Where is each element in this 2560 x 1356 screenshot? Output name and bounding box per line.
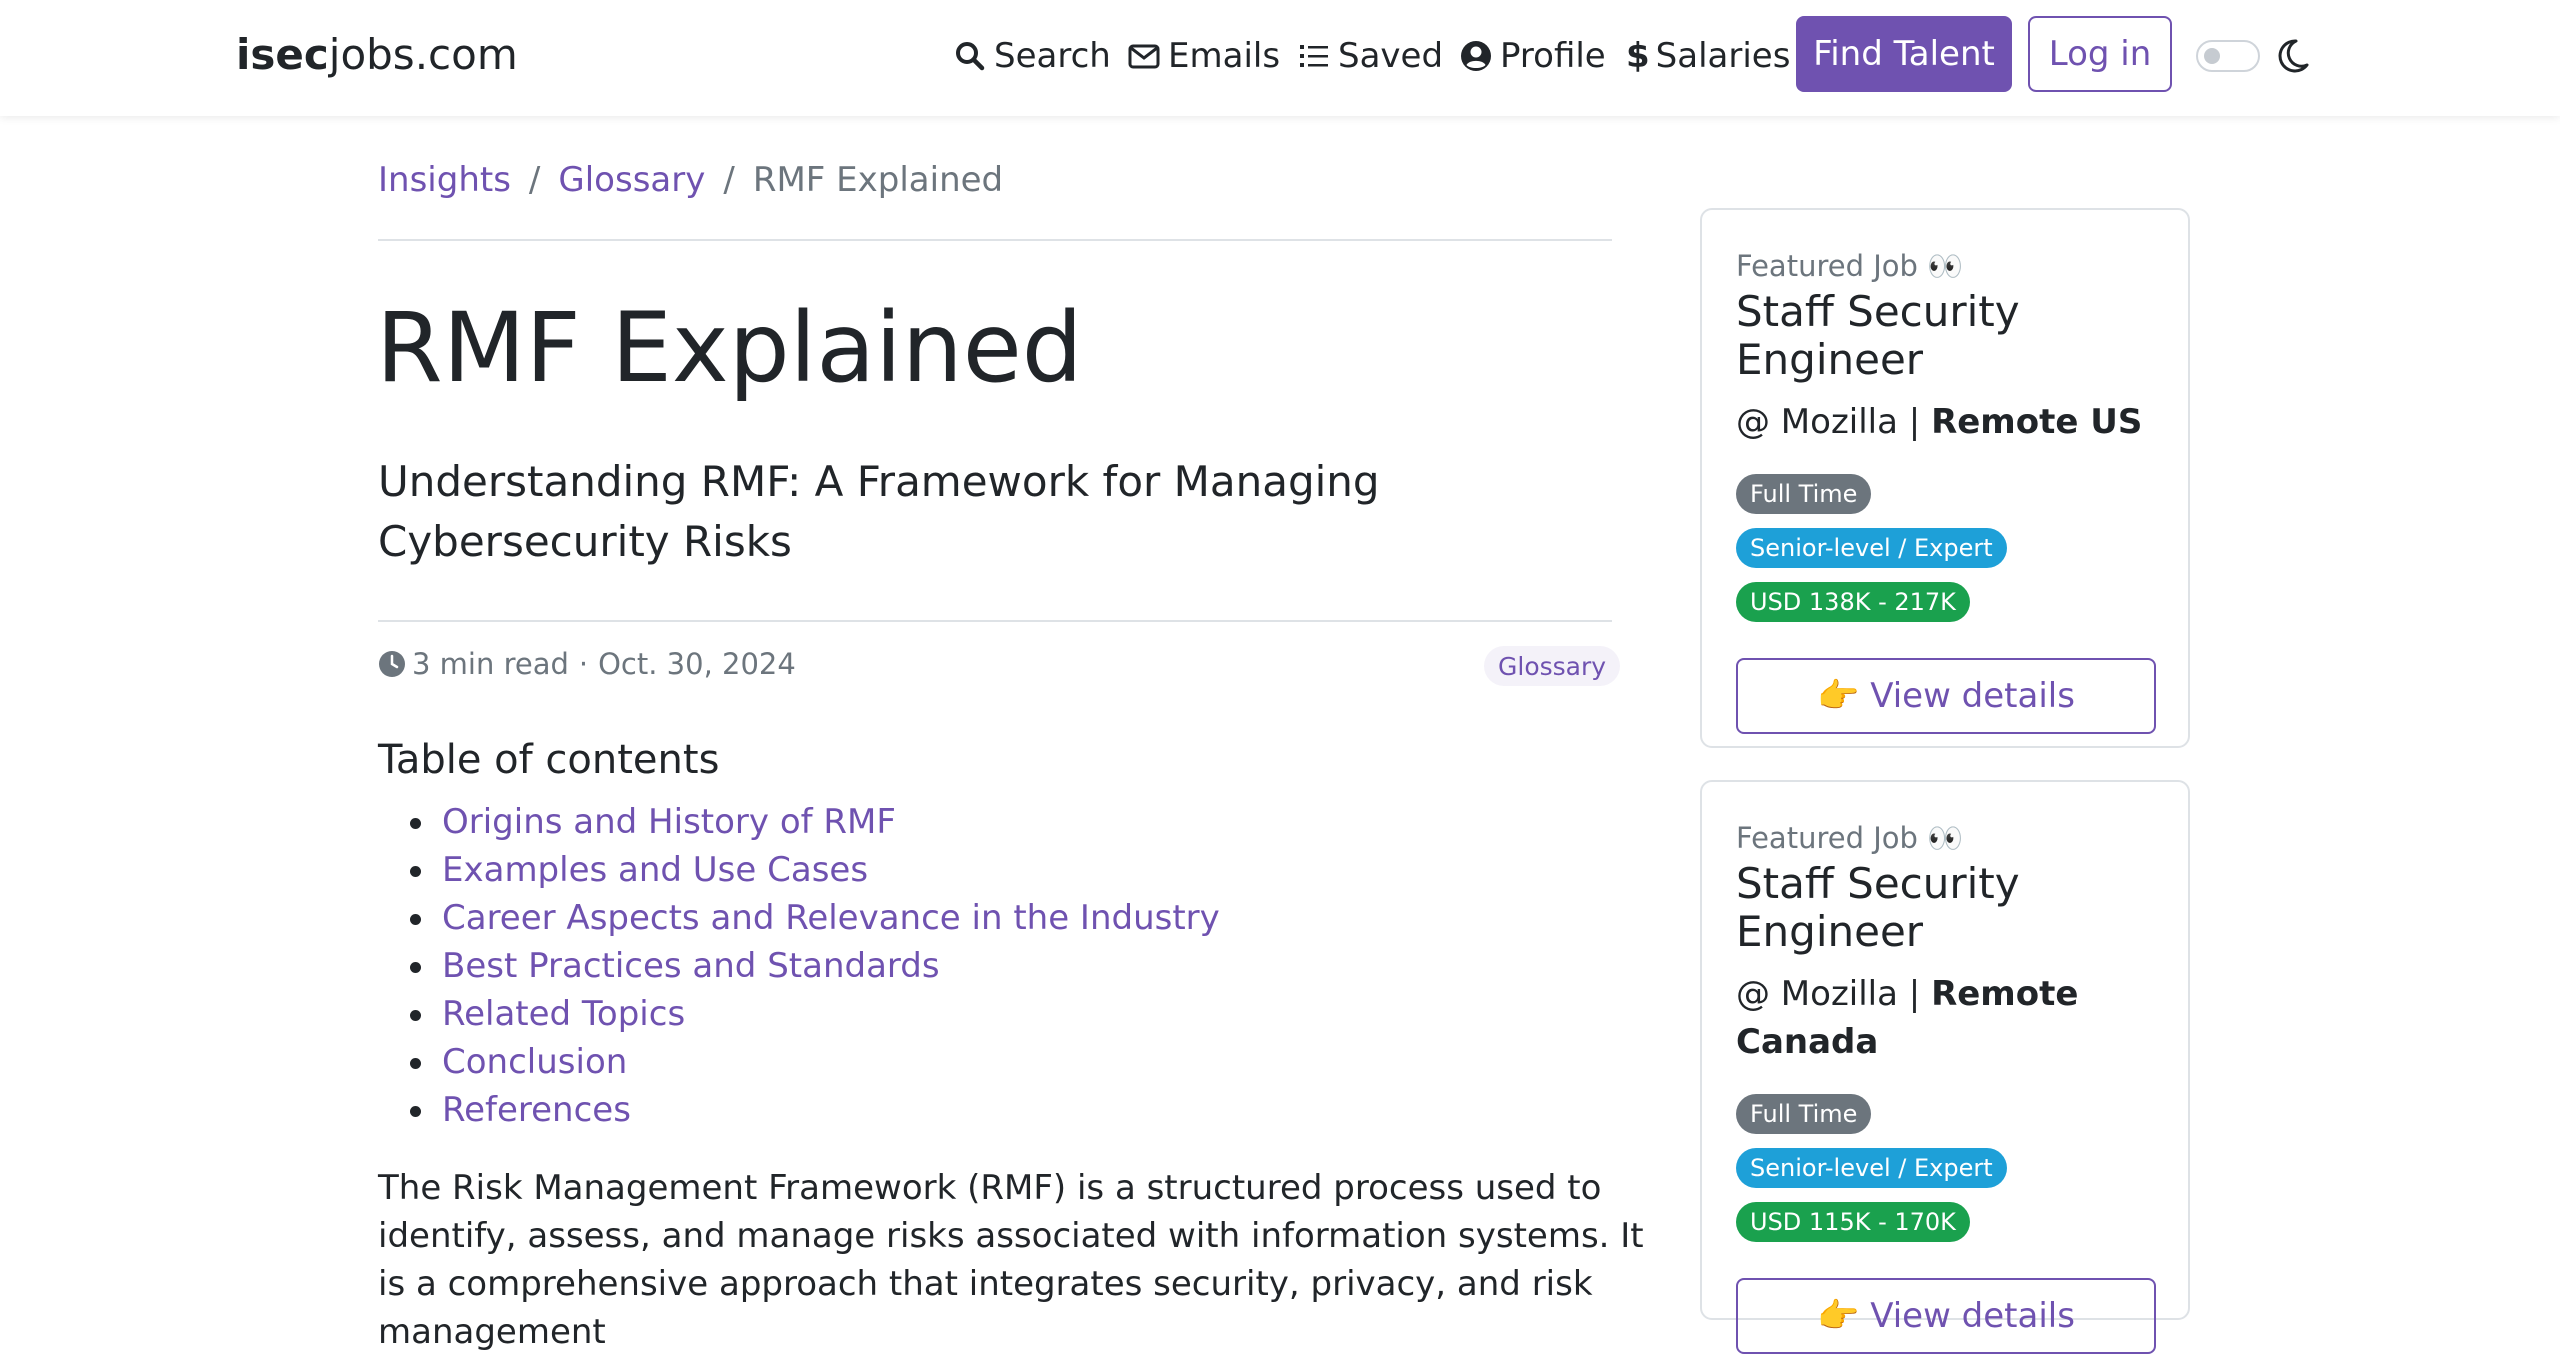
job-company: @ Mozilla | Remote US xyxy=(1736,398,2156,446)
pipe-separator: | xyxy=(1908,402,1921,442)
view-details-button[interactable]: 👉 View details xyxy=(1736,1278,2156,1354)
bullet xyxy=(410,914,421,925)
employment-type-badge: Full Time xyxy=(1736,474,1872,514)
toc-item: References xyxy=(378,1086,1220,1134)
article-subtitle: Understanding RMF: A Framework for Manag… xyxy=(378,457,1380,566)
toc-link[interactable]: Career Aspects and Relevance in the Indu… xyxy=(442,898,1220,938)
toc-link[interactable]: References xyxy=(442,1090,631,1130)
publish-date: Oct. 30, 2024 xyxy=(598,647,796,681)
bullet xyxy=(410,1058,421,1069)
table-of-contents: Origins and History of RMF Examples and … xyxy=(378,798,1220,1134)
meta-dot: · xyxy=(578,647,589,681)
article-intro: The Risk Management Framework (RMF) is a… xyxy=(378,1168,1644,1352)
toc-item: Examples and Use Cases xyxy=(378,846,1220,894)
toc-item: Related Topics xyxy=(378,990,1220,1038)
page-title: RMF Explained xyxy=(376,292,1083,404)
experience-level-badge: Senior-level / Expert xyxy=(1736,1148,2007,1188)
job-badges: Full Time Senior-level / Expert USD 138K … xyxy=(1736,474,2156,636)
clock-icon xyxy=(379,651,405,677)
breadcrumb-separator: / xyxy=(723,160,735,200)
toc-link[interactable]: Best Practices and Standards xyxy=(442,946,940,986)
nav-search-label: Search xyxy=(994,36,1111,76)
employment-type-badge: Full Time xyxy=(1736,1094,1872,1134)
breadcrumb: Insights / Glossary / RMF Explained xyxy=(378,160,1003,200)
toc-item: Conclusion xyxy=(378,1038,1220,1086)
salary-badge: USD 115K - 170K xyxy=(1736,1202,1970,1242)
dollar-icon: $ xyxy=(1626,36,1650,76)
toc-item: Best Practices and Standards xyxy=(378,942,1220,990)
nav-salaries-label: Salaries xyxy=(1655,36,1791,76)
find-talent-button[interactable]: Find Talent xyxy=(1796,16,2012,92)
company-name: @ Mozilla xyxy=(1736,974,1898,1014)
bullet xyxy=(410,1106,421,1117)
toc-item: Origins and History of RMF xyxy=(378,798,1220,846)
nav-profile-label: Profile xyxy=(1500,36,1606,76)
featured-label: Featured Job 👀 xyxy=(1736,821,1964,855)
breadcrumb-insights[interactable]: Insights xyxy=(378,160,511,200)
featured-job-card: Featured Job 👀 Staff Security Engineer @… xyxy=(1700,208,2190,748)
company-name: @ Mozilla xyxy=(1736,402,1898,442)
divider xyxy=(378,620,1612,622)
pipe-separator: | xyxy=(1908,974,1921,1014)
toc-title: Table of contents xyxy=(378,737,720,783)
job-company: @ Mozilla | Remote Canada xyxy=(1736,970,2156,1066)
nav-salaries-link[interactable]: $ Salaries xyxy=(1626,30,1790,82)
divider xyxy=(378,239,1612,241)
breadcrumb-current: RMF Explained xyxy=(752,160,1004,200)
theme-toggle[interactable] xyxy=(2196,40,2260,72)
job-title[interactable]: Staff Security Engineer xyxy=(1736,288,2156,384)
featured-label: Featured Job 👀 xyxy=(1736,249,1964,283)
nav-emails-label: Emails xyxy=(1168,36,1281,76)
read-time: 3 min read xyxy=(412,647,569,681)
user-circle-icon xyxy=(1461,41,1491,71)
login-button[interactable]: Log in xyxy=(2028,16,2172,92)
bullet xyxy=(410,962,421,973)
bullet xyxy=(410,1010,421,1021)
job-badges: Full Time Senior-level / Expert USD 115K … xyxy=(1736,1094,2156,1256)
bullet xyxy=(410,866,421,877)
toc-link[interactable]: Conclusion xyxy=(442,1042,627,1082)
moon-icon xyxy=(2278,39,2309,73)
bullet xyxy=(410,818,421,829)
site-logo[interactable]: isecjobs.com xyxy=(236,30,518,79)
experience-level-badge: Senior-level / Expert xyxy=(1736,528,2007,568)
toc-link[interactable]: Origins and History of RMF xyxy=(442,802,896,842)
nav-profile-link[interactable]: Profile xyxy=(1460,30,1606,82)
toc-item: Career Aspects and Relevance in the Indu… xyxy=(378,894,1220,942)
category-badge[interactable]: Glossary xyxy=(1484,646,1621,686)
job-title[interactable]: Staff Security Engineer xyxy=(1736,860,2156,956)
toc-link[interactable]: Examples and Use Cases xyxy=(442,850,868,890)
breadcrumb-glossary[interactable]: Glossary xyxy=(558,160,705,200)
nav-saved-link[interactable]: Saved xyxy=(1298,30,1443,82)
job-location: Remote US xyxy=(1931,402,2143,442)
nav-emails-link[interactable]: Emails xyxy=(1128,30,1280,82)
nav-saved-label: Saved xyxy=(1338,36,1444,76)
view-details-button[interactable]: 👉 View details xyxy=(1736,658,2156,734)
nav-search-link[interactable]: Search xyxy=(954,30,1111,82)
search-icon xyxy=(956,42,985,71)
breadcrumb-separator: / xyxy=(528,160,541,200)
toggle-knob xyxy=(2204,48,2220,64)
top-navbar: isecjobs.com Search Emails Saved Profile… xyxy=(0,0,2560,116)
list-icon xyxy=(1300,45,1328,67)
article-meta: 3 min read · Oct. 30, 2024 xyxy=(378,646,796,682)
toc-link[interactable]: Related Topics xyxy=(442,994,685,1034)
featured-job-card: Featured Job 👀 Staff Security Engineer @… xyxy=(1700,780,2190,1354)
envelope-icon xyxy=(1128,44,1160,69)
salary-badge: USD 138K - 217K xyxy=(1736,582,1970,622)
